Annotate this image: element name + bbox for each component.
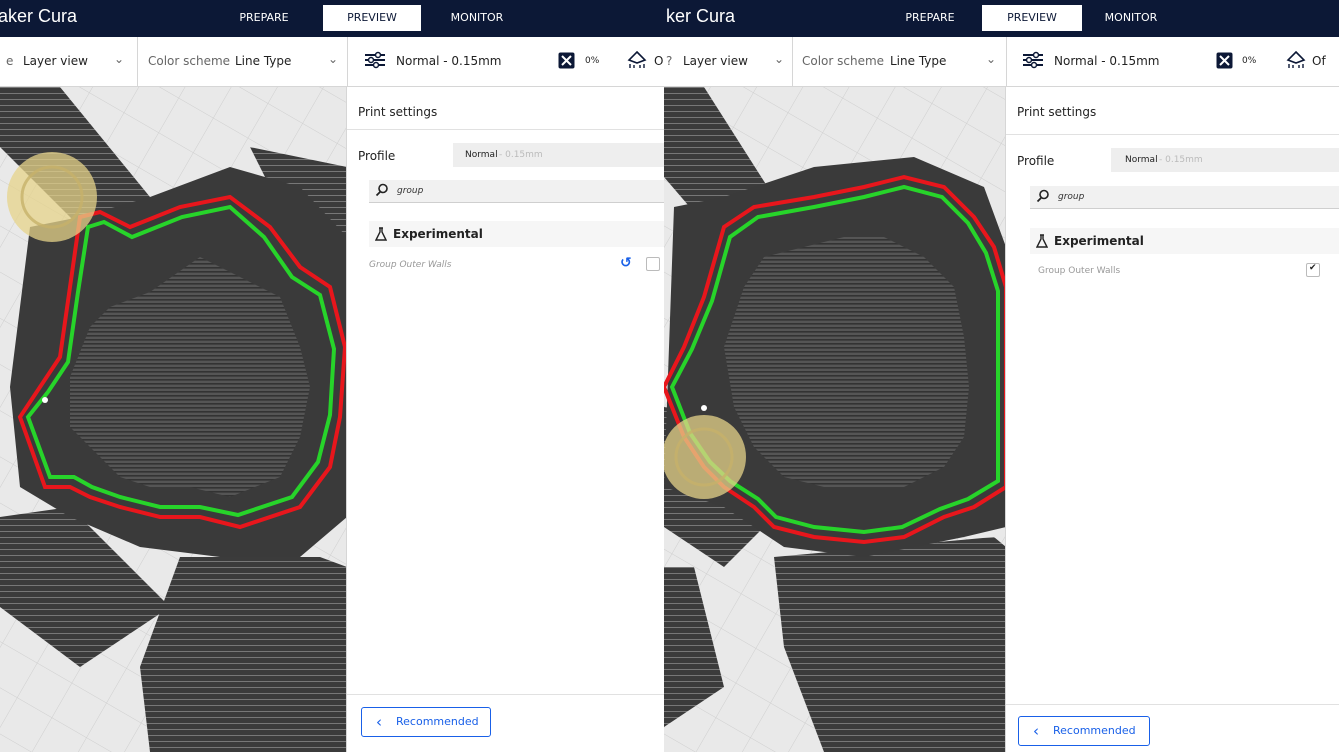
support-icon xyxy=(627,51,647,68)
support-value: Of xyxy=(1312,54,1326,68)
recommended-button[interactable]: ‹ Recommended xyxy=(1018,716,1150,746)
app-brand: aker Cura xyxy=(0,6,78,26)
view-type-label: e xyxy=(6,54,14,68)
infill-icon xyxy=(1216,52,1233,69)
search-text: group xyxy=(397,186,424,196)
profile-detail: - 0.15mm xyxy=(1159,155,1203,165)
divider xyxy=(137,37,138,86)
search-text: group xyxy=(1058,192,1085,202)
support-value: O xyxy=(654,54,664,68)
tab-prepare[interactable]: PREPARE xyxy=(890,5,970,31)
tab-monitor[interactable]: MONITOR xyxy=(1094,5,1168,31)
print-settings-panel: Print settings Profile Normal - 0.15mm g… xyxy=(1005,87,1339,752)
view-toolbar: e Layer view ⌄ Color scheme Line Type ⌄ … xyxy=(0,37,664,87)
layer-viewport[interactable] xyxy=(0,87,347,752)
flask-icon xyxy=(375,227,387,241)
top-bar: ker Cura PREPARE PREVIEW MONITOR xyxy=(664,0,1339,37)
profile-summary-button[interactable]: Normal - 0.15mm xyxy=(1054,54,1159,68)
left-screenshot: aker Cura PREPARE PREVIEW MONITOR e Laye… xyxy=(0,0,664,752)
divider xyxy=(347,129,664,130)
tab-preview[interactable]: PREVIEW xyxy=(323,5,421,31)
profile-detail: - 0.15mm xyxy=(499,150,543,160)
recommended-button[interactable]: ‹ Recommended xyxy=(361,707,491,737)
profile-name: Normal xyxy=(465,150,498,160)
category-experimental[interactable]: Experimental xyxy=(1030,228,1339,254)
profile-selector[interactable]: Normal - 0.15mm xyxy=(1111,148,1339,172)
sliders-icon[interactable] xyxy=(364,51,386,69)
search-icon xyxy=(375,183,388,197)
search-input[interactable]: group xyxy=(369,180,664,203)
panel-title: Print settings xyxy=(358,105,438,119)
top-bar: aker Cura PREPARE PREVIEW MONITOR xyxy=(0,0,664,37)
profile-label: Profile xyxy=(1017,154,1055,168)
right-screenshot: ker Cura PREPARE PREVIEW MONITOR ? Layer… xyxy=(664,0,1339,752)
search-icon xyxy=(1036,189,1049,203)
recommended-label: Recommended xyxy=(396,715,479,728)
chevron-left-icon: ‹ xyxy=(376,713,382,731)
color-scheme-dropdown[interactable]: Line Type xyxy=(235,54,291,68)
view-type-dropdown[interactable]: Layer view xyxy=(683,54,748,68)
group-outer-walls-checkbox[interactable] xyxy=(646,257,660,271)
color-scheme-label: Color scheme xyxy=(802,54,885,68)
view-type-dropdown[interactable]: Layer view xyxy=(23,54,88,68)
divider xyxy=(1006,134,1339,135)
profile-summary-button[interactable]: Normal - 0.15mm xyxy=(396,54,501,68)
view-toolbar: ? Layer view ⌄ Color scheme Line Type ⌄ … xyxy=(664,37,1339,87)
divider xyxy=(792,37,793,86)
divider xyxy=(347,37,348,86)
color-scheme-dropdown[interactable]: Line Type xyxy=(890,54,946,68)
divider xyxy=(1006,704,1339,705)
recommended-label: Recommended xyxy=(1053,724,1136,737)
infill-value: 0% xyxy=(1242,56,1257,66)
tab-preview[interactable]: PREVIEW xyxy=(982,5,1082,31)
category-experimental[interactable]: Experimental xyxy=(369,221,664,247)
chevron-down-icon[interactable]: ⌄ xyxy=(114,52,124,66)
infill-value: 0% xyxy=(585,56,600,66)
layer-viewport[interactable] xyxy=(664,87,1006,752)
setting-label: Group Outer Walls xyxy=(1038,266,1121,276)
print-settings-panel: Print settings Profile Normal - 0.15mm g… xyxy=(346,87,664,752)
panel-title: Print settings xyxy=(1017,105,1097,119)
view-type-label: ? xyxy=(666,54,673,68)
reset-icon[interactable]: ↺ xyxy=(620,255,632,271)
infill-icon xyxy=(558,52,575,69)
divider xyxy=(1006,37,1007,86)
chevron-down-icon[interactable]: ⌄ xyxy=(986,52,996,66)
divider xyxy=(347,694,664,695)
color-scheme-label: Color scheme xyxy=(148,54,231,68)
profile-selector[interactable]: Normal - 0.15mm xyxy=(453,143,664,167)
category-label: Experimental xyxy=(1054,234,1144,248)
chevron-down-icon[interactable]: ⌄ xyxy=(774,52,784,66)
profile-label: Profile xyxy=(358,149,396,163)
tab-prepare[interactable]: PREPARE xyxy=(224,5,304,31)
app-brand: ker Cura xyxy=(666,6,736,26)
profile-name: Normal xyxy=(1125,155,1158,165)
search-input[interactable]: group xyxy=(1030,186,1339,209)
group-outer-walls-checkbox[interactable] xyxy=(1306,263,1320,277)
support-icon xyxy=(1286,51,1306,68)
flask-icon xyxy=(1036,234,1048,248)
category-label: Experimental xyxy=(393,227,483,241)
chevron-down-icon[interactable]: ⌄ xyxy=(328,52,338,66)
tab-monitor[interactable]: MONITOR xyxy=(440,5,514,31)
setting-label: Group Outer Walls xyxy=(369,260,452,270)
chevron-left-icon: ‹ xyxy=(1033,722,1039,740)
sliders-icon[interactable] xyxy=(1022,51,1044,69)
